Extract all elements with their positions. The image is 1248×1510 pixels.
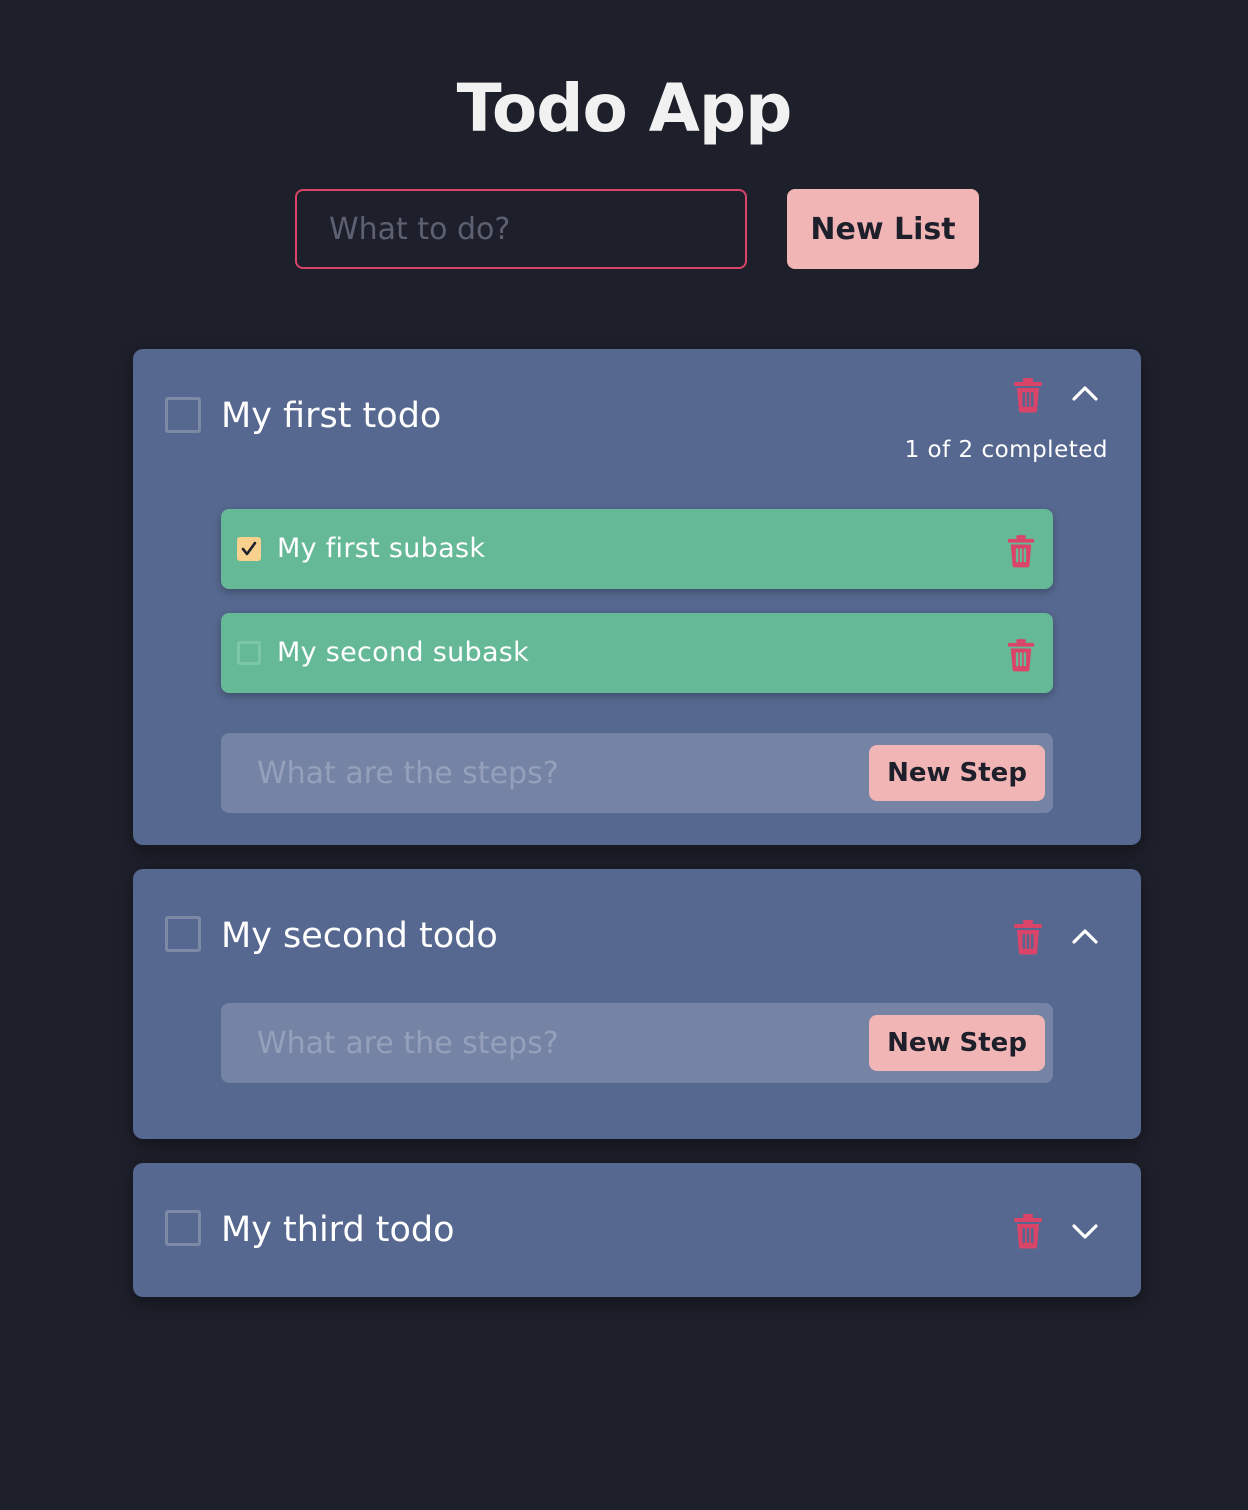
todo-card: My second todo New Step (133, 869, 1141, 1139)
app-title: Todo App (456, 70, 793, 147)
todo-title: My first todo (221, 396, 442, 436)
chevron-up-icon[interactable] (1070, 922, 1100, 952)
new-step-row: New Step (221, 1003, 1053, 1083)
todo-title: My second todo (221, 916, 498, 956)
new-step-button[interactable]: New Step (869, 1015, 1045, 1071)
checkmark-icon (241, 541, 257, 556)
todo-title: My third todo (221, 1210, 455, 1250)
new-list-button[interactable]: New List (787, 189, 979, 269)
todo-checkbox[interactable] (165, 1210, 201, 1246)
todo-checkbox[interactable] (165, 397, 201, 433)
trash-icon[interactable] (1007, 638, 1035, 672)
chevron-up-icon[interactable] (1070, 379, 1100, 409)
step-input[interactable] (221, 1003, 861, 1083)
chevron-down-icon[interactable] (1070, 1216, 1100, 1246)
trash-icon[interactable] (1007, 534, 1035, 568)
new-step-row: New Step (221, 733, 1053, 813)
subtask-checkbox[interactable] (237, 641, 261, 665)
subtask-label: My first subask (277, 533, 486, 564)
step-input[interactable] (221, 733, 861, 813)
todo-card: My third todo (133, 1163, 1141, 1297)
progress-text: 1 of 2 completed (904, 437, 1108, 463)
trash-icon[interactable] (1013, 377, 1043, 413)
subtask-item: My second subask (221, 613, 1053, 693)
new-todo-input[interactable] (295, 189, 747, 269)
new-step-button[interactable]: New Step (869, 745, 1045, 801)
subtask-checkbox[interactable] (237, 537, 261, 561)
trash-icon[interactable] (1013, 919, 1043, 955)
todo-checkbox[interactable] (165, 916, 201, 952)
subtask-item: My first subask (221, 509, 1053, 589)
trash-icon[interactable] (1013, 1213, 1043, 1249)
todo-card: My first todo 1 of 2 completed My first … (133, 349, 1141, 845)
subtask-label: My second subask (277, 637, 530, 668)
